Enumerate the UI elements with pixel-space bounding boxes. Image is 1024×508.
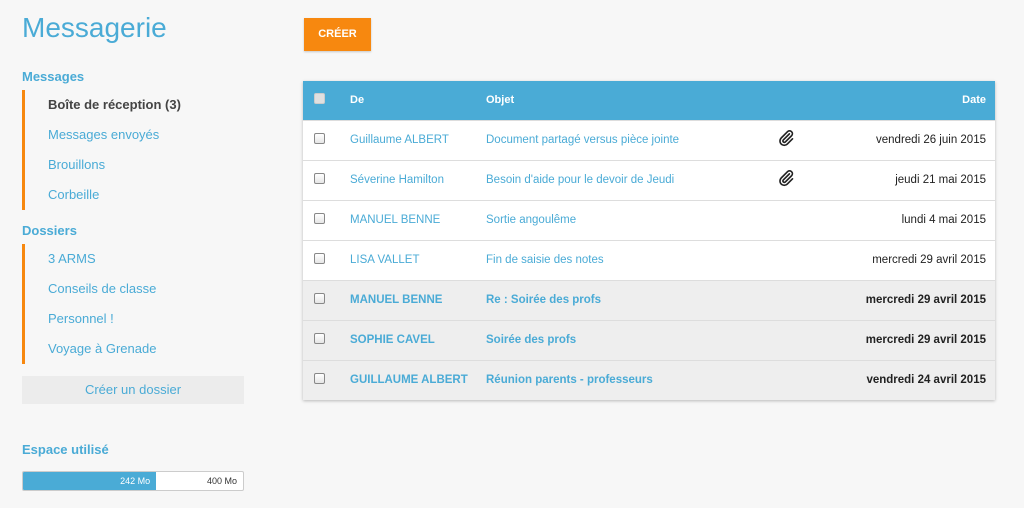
table-row[interactable]: MANUEL BENNE Re : Soirée des profs mercred… <box>303 280 995 320</box>
column-header-subject[interactable]: Objet <box>486 81 514 120</box>
storage-progress-bar: 242 Mo 400 Mo <box>22 471 244 491</box>
sidebar-item-folder-personnel[interactable]: Personnel ! <box>25 304 247 334</box>
app-title: Messagerie <box>22 12 167 43</box>
select-all-checkbox[interactable] <box>314 81 326 120</box>
table-row[interactable]: LISA VALLET Fin de saisie des notes mercre… <box>303 240 995 280</box>
paperclip-icon <box>777 121 797 160</box>
sidebar-item-folder-3arms[interactable]: 3 ARMS <box>25 244 247 274</box>
create-folder-button[interactable]: Créer un dossier <box>22 376 244 404</box>
message-sender[interactable]: LISA VALLET <box>350 241 419 280</box>
column-header-date[interactable]: Date <box>962 81 986 120</box>
message-sender[interactable]: MANUEL BENNE <box>350 201 440 240</box>
row-checkbox[interactable] <box>314 241 326 280</box>
storage-total-label: 400 Mo <box>206 476 237 486</box>
folders-section-title: Dossiers <box>22 223 77 238</box>
table-header: De Objet Date <box>303 81 995 120</box>
paperclip-icon <box>777 161 797 200</box>
row-checkbox[interactable] <box>314 281 326 320</box>
message-subject[interactable]: Sortie angoulême <box>486 201 576 240</box>
message-sender[interactable]: SOPHIE CAVEL <box>350 321 435 360</box>
table-row[interactable]: SOPHIE CAVEL Soirée des profs mercredi 29 … <box>303 320 995 360</box>
messages-section-title: Messages <box>22 69 85 84</box>
table-row[interactable]: Séverine Hamilton Besoin d'aide pour le d… <box>303 160 995 200</box>
message-date: mercredi 29 avril 2015 <box>872 254 986 266</box>
message-table: De Objet Date Guillaume ALBERT Document p… <box>303 81 995 400</box>
message-date: lundi 4 mai 2015 <box>901 214 986 226</box>
create-message-button[interactable]: CRÉER <box>304 18 371 51</box>
message-sender[interactable]: GUILLAUME ALBERT <box>350 361 468 400</box>
row-checkbox[interactable] <box>314 121 326 160</box>
message-subject[interactable]: Réunion parents - professeurs <box>486 361 653 400</box>
message-sender[interactable]: MANUEL BENNE <box>350 281 442 320</box>
sidebar-item-folder-conseils[interactable]: Conseils de classe <box>25 274 247 304</box>
message-sender[interactable]: Guillaume ALBERT <box>350 121 449 160</box>
table-row[interactable]: MANUEL BENNE Sortie angoulême lundi 4 mai … <box>303 200 995 240</box>
row-checkbox[interactable] <box>314 161 326 200</box>
sidebar-item-trash[interactable]: Corbeille <box>25 180 247 210</box>
message-subject[interactable]: Re : Soirée des profs <box>486 281 601 320</box>
table-row[interactable]: Guillaume ALBERT Document partagé versus … <box>303 120 995 160</box>
message-subject[interactable]: Document partagé versus pièce jointe <box>486 121 679 160</box>
message-subject[interactable]: Fin de saisie des notes <box>486 241 604 280</box>
message-subject[interactable]: Besoin d'aide pour le devoir de Jeudi <box>486 161 674 200</box>
sidebar-item-drafts[interactable]: Brouillons <box>25 150 247 180</box>
table-row[interactable]: GUILLAUME ALBERT Réunion parents - profes… <box>303 360 995 400</box>
storage-used-fill: 242 Mo <box>23 472 157 490</box>
message-date: mercredi 29 avril 2015 <box>865 294 986 306</box>
messages-nav: Boîte de réception (3) Messages envoyés … <box>22 90 247 210</box>
row-checkbox[interactable] <box>314 321 326 360</box>
sidebar-item-folder-voyage[interactable]: Voyage à Grenade <box>25 334 247 364</box>
sidebar-item-sent[interactable]: Messages envoyés <box>25 120 247 150</box>
row-checkbox[interactable] <box>314 201 326 240</box>
message-date: vendredi 26 juin 2015 <box>876 134 986 146</box>
message-sender[interactable]: Séverine Hamilton <box>350 161 444 200</box>
message-date: jeudi 21 mai 2015 <box>895 174 986 186</box>
storage-title: Espace utilisé <box>22 442 109 457</box>
folders-nav: 3 ARMS Conseils de classe Personnel ! Vo… <box>22 244 247 364</box>
message-date: mercredi 29 avril 2015 <box>865 334 986 346</box>
message-date: vendredi 24 avril 2015 <box>866 374 986 386</box>
row-checkbox[interactable] <box>314 361 326 400</box>
sidebar-item-inbox[interactable]: Boîte de réception (3) <box>25 90 247 120</box>
message-subject[interactable]: Soirée des profs <box>486 321 576 360</box>
column-header-from[interactable]: De <box>350 81 364 120</box>
